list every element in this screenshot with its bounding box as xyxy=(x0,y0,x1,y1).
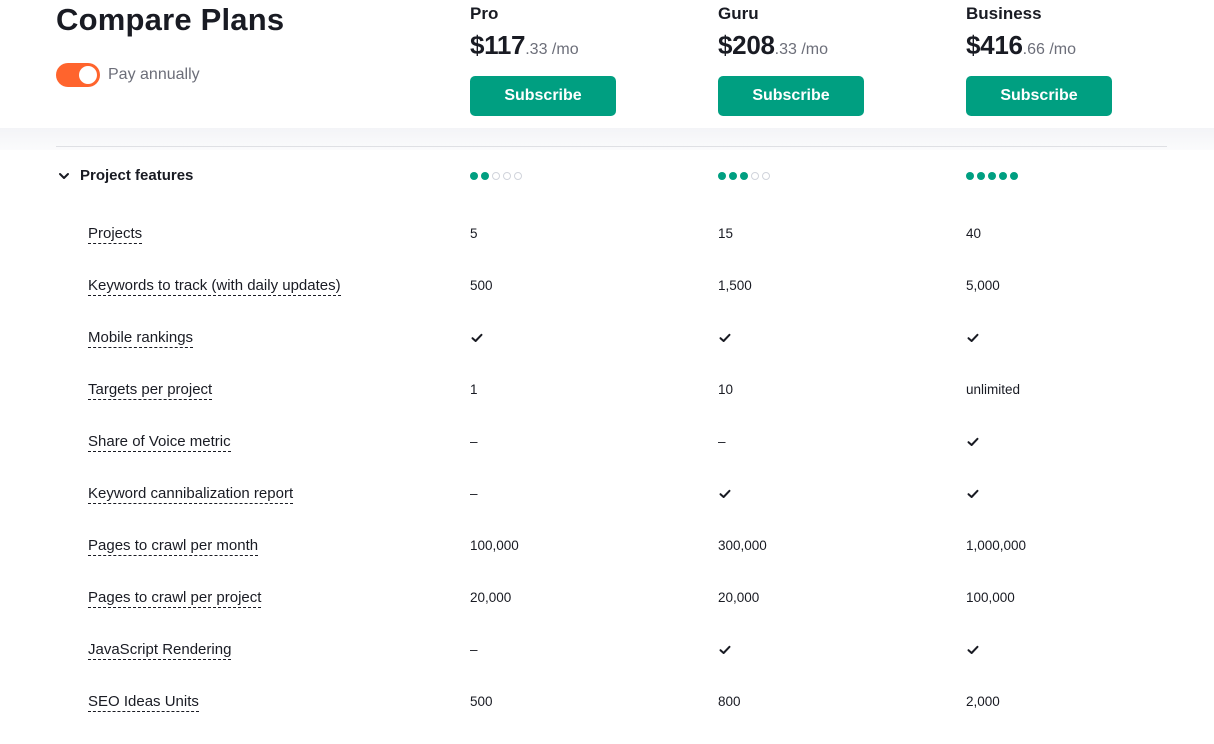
price-main: $208 xyxy=(718,30,775,60)
level-dot-empty xyxy=(762,172,770,180)
feature-value: 800 xyxy=(718,694,741,709)
level-dot-filled xyxy=(988,172,996,180)
plan-price: $208.33 /mo xyxy=(718,30,878,62)
feature-value: 5 xyxy=(470,226,478,241)
check-icon xyxy=(718,641,732,657)
level-dot-empty xyxy=(503,172,511,180)
check-icon xyxy=(718,485,732,501)
feature-value: 1,500 xyxy=(718,278,752,293)
feature-label[interactable]: Mobile rankings xyxy=(88,328,194,348)
level-dot-empty xyxy=(492,172,500,180)
section-divider xyxy=(56,146,1167,147)
level-dot-filled xyxy=(740,172,748,180)
price-cents: .33 xyxy=(774,41,797,58)
feature-label[interactable]: Keyword cannibalization report xyxy=(88,484,294,504)
feature-label[interactable]: JavaScript Rendering xyxy=(88,640,232,660)
feature-label[interactable]: Keywords to track (with daily updates) xyxy=(88,276,341,296)
chevron-down-icon xyxy=(59,172,69,179)
feature-value: 1 xyxy=(470,382,478,397)
feature-value: 1,000,000 xyxy=(966,538,1027,553)
feature-row: Pages to crawl per month 100,000 300,000 1,… xyxy=(0,536,1214,588)
subscribe-pro-button[interactable]: Subscribe xyxy=(470,76,616,116)
feature-value: 500 xyxy=(470,278,493,293)
price-main: $416 xyxy=(966,30,1023,60)
not-included-dash: – xyxy=(470,642,478,657)
level-dot-filled xyxy=(718,172,726,180)
plan-pro: Pro $117.33 /mo Subscribe xyxy=(470,4,630,116)
pay-annually-toggle[interactable] xyxy=(56,63,100,87)
feature-row: Share of Voice metric – – xyxy=(0,432,1214,484)
feature-row: Pages to crawl per project 20,000 20,000 10… xyxy=(0,588,1214,640)
feature-value: 100,000 xyxy=(470,538,519,553)
check-icon xyxy=(966,433,980,449)
price-period: /mo xyxy=(547,41,579,58)
feature-value: 5,000 xyxy=(966,278,1000,293)
feature-label[interactable]: Projects xyxy=(88,224,143,244)
subscribe-guru-button[interactable]: Subscribe xyxy=(718,76,864,116)
subscribe-business-button[interactable]: Subscribe xyxy=(966,76,1112,116)
feature-value: 15 xyxy=(718,226,734,241)
feature-row: Keyword cannibalization report – xyxy=(0,484,1214,536)
not-included-dash: – xyxy=(470,434,478,449)
feature-value: unlimited xyxy=(966,382,1021,397)
price-cents: .33 xyxy=(525,41,548,58)
price-cents: .66 xyxy=(1022,41,1045,58)
plan-business: Business $416.66 /mo Subscribe xyxy=(966,4,1126,116)
check-icon xyxy=(718,329,732,345)
feature-label[interactable]: Pages to crawl per month xyxy=(88,536,259,556)
level-dot-filled xyxy=(470,172,478,180)
feature-label[interactable]: Share of Voice metric xyxy=(88,432,231,452)
level-dot-filled xyxy=(729,172,737,180)
feature-value: 20,000 xyxy=(470,590,512,605)
level-dot-filled xyxy=(977,172,985,180)
feature-row: Mobile rankings xyxy=(0,328,1214,380)
sticky-plan-header: Compare Plans Pay annually Pro $117.33 /… xyxy=(0,0,1214,128)
level-indicator-guru xyxy=(718,172,770,180)
feature-row: Keywords to track (with daily updates) 50… xyxy=(0,276,1214,328)
level-dot-filled xyxy=(1010,172,1018,180)
feature-value: 10 xyxy=(718,382,734,397)
pay-annually-label: Pay annually xyxy=(108,66,200,83)
feature-value: 300,000 xyxy=(718,538,767,553)
feature-value: 40 xyxy=(966,226,982,241)
plan-name: Business xyxy=(966,4,1042,23)
feature-label[interactable]: Targets per project xyxy=(88,380,213,400)
feature-label[interactable]: Pages to crawl per project xyxy=(88,588,262,608)
level-indicator-pro xyxy=(470,172,522,180)
feature-row: Projects 5 15 40 xyxy=(0,224,1214,276)
feature-row: Targets per project 1 10 unlimited xyxy=(0,380,1214,432)
feature-value: 500 xyxy=(470,694,493,709)
check-icon xyxy=(966,641,980,657)
price-main: $117 xyxy=(470,30,526,60)
level-dot-filled xyxy=(966,172,974,180)
feature-label[interactable]: SEO Ideas Units xyxy=(88,692,199,712)
feature-row: JavaScript Rendering – xyxy=(0,640,1214,692)
price-period: /mo xyxy=(1044,41,1077,58)
plan-name: Guru xyxy=(718,4,759,23)
not-included-dash: – xyxy=(470,486,478,501)
price-period: /mo xyxy=(796,41,829,58)
feature-value: 100,000 xyxy=(966,590,1015,605)
plan-price: $416.66 /mo xyxy=(966,30,1126,62)
page-title: Compare Plans xyxy=(56,2,285,37)
check-icon xyxy=(966,485,980,501)
billing-toggle-group: Pay annually xyxy=(56,63,200,87)
plan-price: $117.33 /mo xyxy=(470,30,630,62)
level-dot-empty xyxy=(514,172,522,180)
toggle-knob xyxy=(79,66,97,84)
feature-value: 20,000 xyxy=(718,590,760,605)
feature-row: SEO Ideas Units 500 800 2,000 xyxy=(0,692,1214,744)
check-icon xyxy=(470,329,484,345)
plan-name: Pro xyxy=(470,4,499,23)
not-included-dash: – xyxy=(718,434,726,449)
section-toggle-project-features[interactable]: Project features xyxy=(56,167,193,184)
check-icon xyxy=(966,329,980,345)
feature-value: 2,000 xyxy=(966,694,1000,709)
level-dot-filled xyxy=(999,172,1007,180)
level-dot-filled xyxy=(481,172,489,180)
plan-guru: Guru $208.33 /mo Subscribe xyxy=(718,4,878,116)
section-title: Project features xyxy=(80,167,194,184)
level-indicator-business xyxy=(966,172,1018,180)
level-dot-empty xyxy=(751,172,759,180)
